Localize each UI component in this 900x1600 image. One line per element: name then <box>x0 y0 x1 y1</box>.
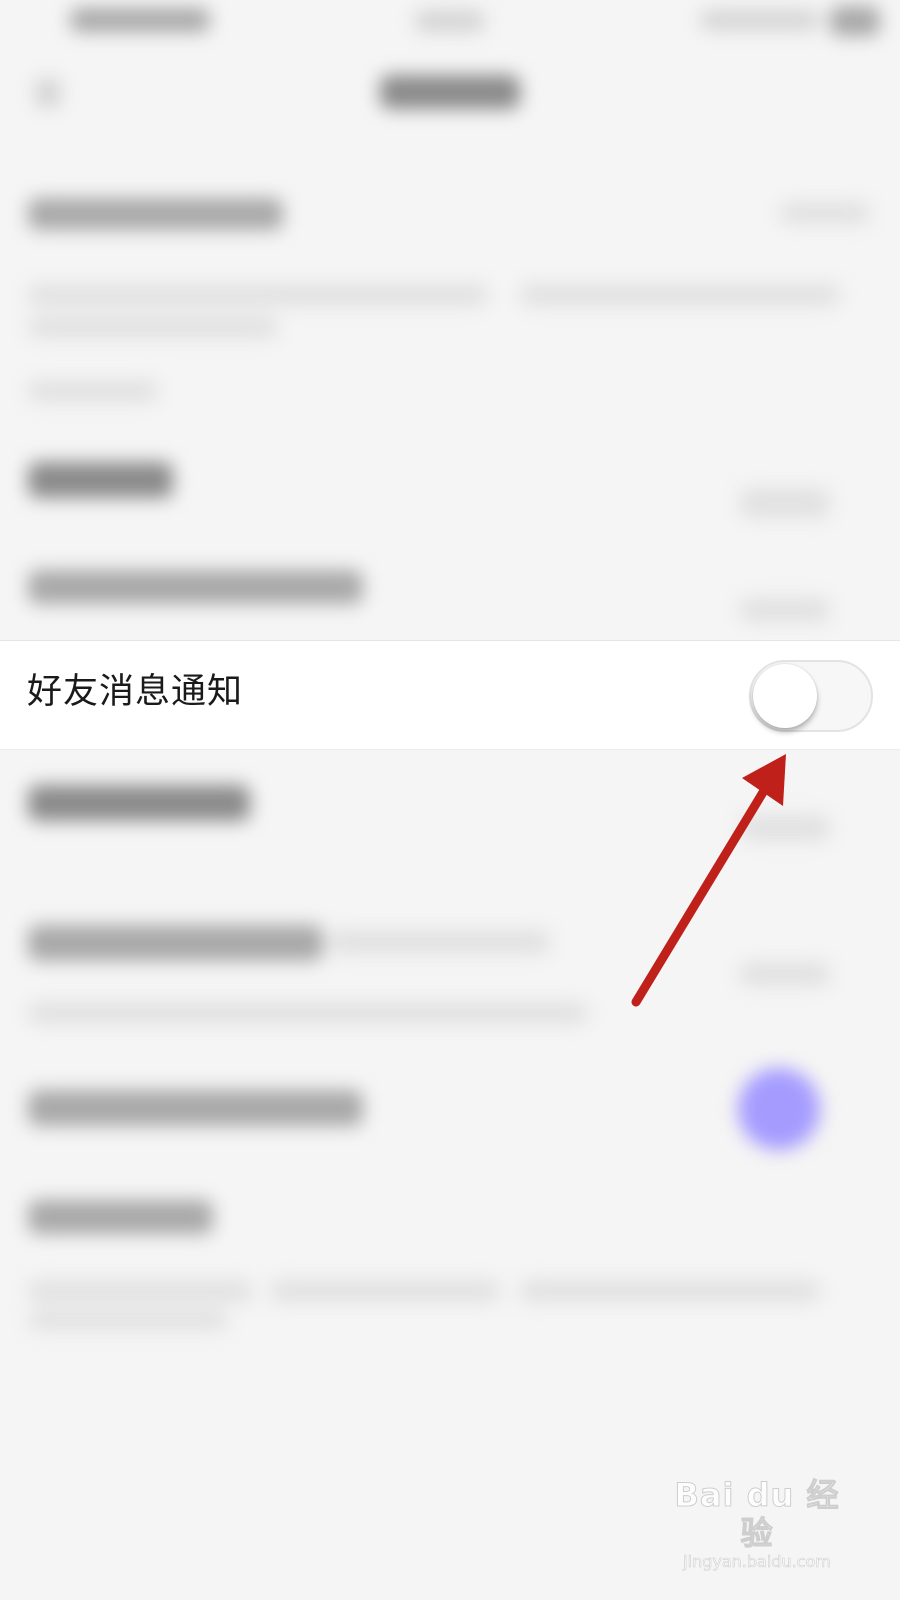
setting-row-1-desc-c <box>28 316 278 338</box>
setting-row-7-toggle-on[interactable] <box>738 1068 820 1150</box>
setting-row-8-label <box>28 1200 213 1234</box>
baidu-jingyan-watermark: Bai du 经验 jingyan.baidu.com <box>662 1476 852 1572</box>
setting-row-3-toggle[interactable] <box>740 598 830 622</box>
setting-row-1-label <box>28 198 283 230</box>
setting-row-5-label <box>28 785 250 821</box>
setting-row-2-toggle[interactable] <box>740 488 830 518</box>
setting-row-1-desc-a <box>28 284 488 306</box>
status-bar-icons <box>700 10 820 30</box>
friend-message-notification-row[interactable]: 好友消息通知 <box>0 640 900 750</box>
setting-row-3-label <box>28 570 363 604</box>
friend-message-notification-toggle[interactable] <box>749 660 873 732</box>
page-title <box>380 75 520 109</box>
setting-row-2-label <box>28 462 173 498</box>
status-bar-time <box>70 8 210 32</box>
setting-row-6-toggle[interactable] <box>740 962 830 986</box>
status-bar-center <box>415 10 485 32</box>
setting-row-5-toggle[interactable] <box>740 815 830 841</box>
blurred-background <box>0 0 900 1600</box>
friend-message-notification-label: 好友消息通知 <box>27 672 244 712</box>
setting-row-6-label <box>28 925 323 961</box>
section-caption <box>28 380 158 402</box>
watermark-logo-text: Bai du 经验 <box>674 1476 840 1553</box>
battery-icon <box>830 6 880 36</box>
setting-row-6-note <box>330 930 550 954</box>
setting-row-1-value <box>780 202 870 224</box>
setting-row-7-label <box>28 1090 363 1126</box>
toggle-knob[interactable] <box>753 664 817 728</box>
setting-row-8-desc-a <box>28 1280 253 1302</box>
setting-row-6-desc <box>28 1002 588 1024</box>
setting-row-8-desc-b <box>270 1280 500 1302</box>
watermark-url: jingyan.baidu.com <box>683 1552 831 1572</box>
setting-row-8-desc-d <box>28 1310 228 1330</box>
setting-row-8-desc-c <box>520 1280 820 1302</box>
setting-row-1-desc-b <box>520 284 840 306</box>
back-icon[interactable] <box>35 78 61 108</box>
